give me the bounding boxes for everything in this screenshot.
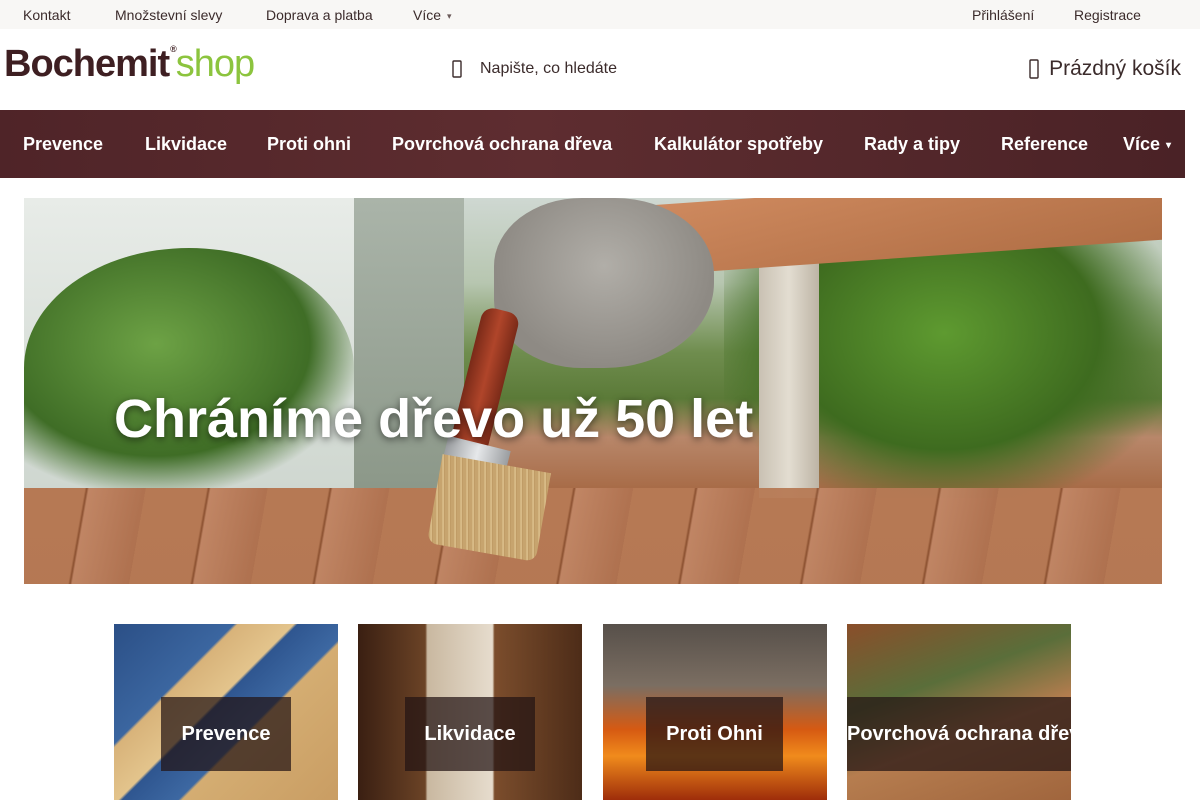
cart-icon (1029, 59, 1039, 79)
hero-bg-plant-left (24, 248, 354, 488)
category-tiles: Prevence Likvidace Proti Ohni Povrchová … (114, 624, 1072, 800)
nav-item-povrchova-ochrana[interactable]: Povrchová ochrana dřeva (392, 134, 612, 155)
nav-more-label: Více (1123, 134, 1161, 154)
nav-item-reference[interactable]: Reference (1001, 134, 1088, 155)
top-utility-bar: Kontakt Množstevní slevy Doprava a platb… (0, 0, 1200, 29)
hero-title: Chráníme dřevo už 50 let (114, 389, 754, 449)
category-tile-povrchova-ochrana[interactable]: Povrchová ochrana dřeva (847, 624, 1071, 800)
tile-label: Likvidace (405, 697, 535, 771)
search-box[interactable]: Napište, co hledáte (452, 55, 617, 83)
nav-item-likvidace[interactable]: Likvidace (145, 134, 227, 155)
tile-label: Povrchová ochrana dřeva (847, 697, 1071, 771)
cart-label: Prázdný košík (1049, 57, 1181, 80)
register-link[interactable]: Registrace (1074, 7, 1141, 23)
nav-item-rady-a-tipy[interactable]: Rady a tipy (864, 134, 960, 155)
site-header: Bochemit®shop Napište, co hledáte Prázdn… (0, 29, 1200, 110)
nav-item-prevence[interactable]: Prevence (23, 134, 103, 155)
logo-wordmark: Bochemit (4, 43, 170, 85)
hero-banner[interactable]: Chráníme dřevo už 50 let (24, 198, 1162, 584)
topbar-more-label: Více (413, 7, 442, 23)
chevron-down-icon: ▾ (1166, 140, 1172, 151)
topbar-link-mnozstevni-slevy[interactable]: Množstevní slevy (115, 7, 222, 23)
cart-button[interactable]: Prázdný košík (1029, 54, 1181, 84)
topbar-more-menu[interactable]: Více ▾ (413, 7, 452, 23)
chevron-down-icon: ▾ (447, 11, 452, 21)
hero-brush-bristles (427, 454, 551, 562)
category-tile-likvidace[interactable]: Likvidace (358, 624, 582, 800)
tile-label: Prevence (161, 697, 291, 771)
site-logo[interactable]: Bochemit®shop (4, 43, 255, 86)
search-icon (452, 60, 462, 78)
search-input[interactable]: Napište, co hledáte (480, 60, 617, 78)
nav-item-more[interactable]: Více ▾ (1123, 134, 1171, 155)
tile-label: Proti Ohni (646, 697, 783, 771)
topbar-link-kontakt[interactable]: Kontakt (23, 7, 70, 23)
nav-item-kalkulator[interactable]: Kalkulátor spotřeby (654, 134, 823, 155)
logo-suffix: shop (175, 43, 255, 85)
main-nav: Prevence Likvidace Proti ohni Povrchová … (0, 110, 1185, 178)
hero-wood-deck (24, 488, 1162, 584)
login-link[interactable]: Přihlášení (972, 7, 1034, 23)
nav-item-proti-ohni[interactable]: Proti ohni (267, 134, 351, 155)
topbar-link-doprava-a-platba[interactable]: Doprava a platba (266, 7, 373, 23)
category-tile-proti-ohni[interactable]: Proti Ohni (603, 624, 827, 800)
hero-glove (494, 198, 714, 368)
category-tile-prevence[interactable]: Prevence (114, 624, 338, 800)
